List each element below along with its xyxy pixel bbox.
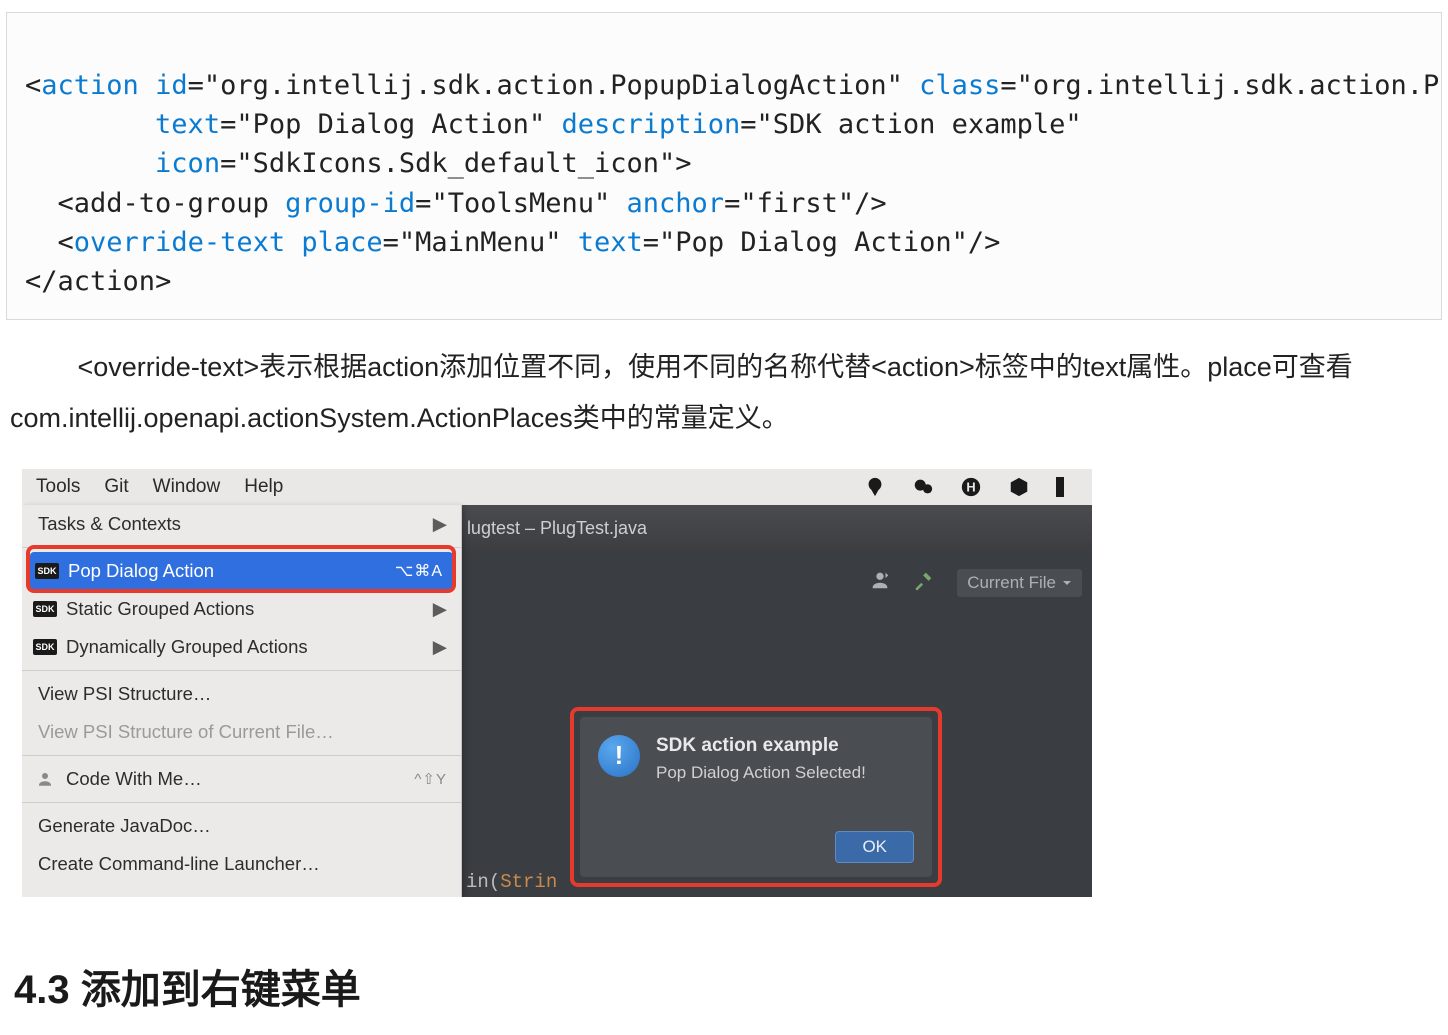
user-icon[interactable]	[869, 569, 891, 596]
annotation-highlight-dialog: ! SDK action example Pop Dialog Action S…	[570, 707, 942, 887]
menu-item-label: Pop Dialog Action	[68, 560, 395, 582]
os-menubar: Tools Git Window Help H	[22, 469, 1092, 505]
sdk-icon: SDK	[32, 637, 58, 657]
build-icon[interactable]	[913, 569, 935, 596]
run-config-selector[interactable]: Current File	[957, 569, 1082, 597]
menu-tasks-contexts[interactable]: Tasks & Contexts ▶	[22, 505, 461, 543]
tools-menu: Tasks & Contexts ▶ SDK Pop Dialog Action…	[22, 505, 462, 897]
menu-separator	[22, 802, 461, 803]
menu-separator	[22, 670, 461, 671]
info-icon: !	[598, 735, 640, 777]
menu-item-label: View PSI Structure of Current File…	[38, 721, 447, 743]
menu-generate-javadoc[interactable]: Generate JavaDoc…	[22, 807, 461, 845]
bar-icon[interactable]	[1056, 476, 1064, 498]
menu-item-label: View PSI Structure…	[38, 683, 447, 705]
wechat-icon[interactable]	[912, 476, 934, 498]
sdk-icon: SDK	[34, 561, 60, 581]
menu-item-label: Generate JavaDoc…	[38, 815, 447, 837]
section-heading-4-3: 4.3 添加到右键菜单	[14, 957, 1448, 1015]
cube-icon[interactable]	[1008, 476, 1030, 498]
ide-screenshot: Tools Git Window Help H lugtest – PlugTe…	[22, 469, 1092, 897]
menubar-tools[interactable]: Tools	[36, 476, 80, 498]
sdk-icon: SDK	[32, 599, 58, 619]
svg-text:H: H	[966, 479, 975, 494]
titlebar-text: lugtest – PlugTest.java	[467, 518, 647, 539]
menu-pop-dialog-action[interactable]: SDK Pop Dialog Action ⌥⌘A	[30, 552, 453, 590]
editor-code-sliver: in(Strin	[462, 867, 557, 897]
menu-shortcut: ⌥⌘A	[395, 561, 443, 581]
menu-separator	[22, 755, 461, 756]
menubar-help[interactable]: Help	[244, 476, 283, 498]
menu-item-label: Dynamically Grouped Actions	[66, 636, 433, 658]
menu-code-with-me[interactable]: Code With Me… ^⇧Y	[22, 760, 461, 798]
menu-item-label: Static Grouped Actions	[66, 598, 433, 620]
menu-view-psi-current: View PSI Structure of Current File…	[22, 713, 461, 751]
menubar-git[interactable]: Git	[104, 476, 128, 498]
menu-dynamic-grouped[interactable]: SDK Dynamically Grouped Actions ▶	[22, 628, 461, 666]
tool-icon-1[interactable]	[864, 476, 886, 498]
run-config-label: Current File	[967, 573, 1056, 593]
dialog-message: Pop Dialog Action Selected!	[656, 763, 866, 783]
explanation-paragraph: <override-text>表示根据action添加位置不同，使用不同的名称代…	[0, 338, 1448, 465]
menu-view-psi[interactable]: View PSI Structure…	[22, 675, 461, 713]
chevron-right-icon: ▶	[433, 513, 447, 535]
menu-item-label: Tasks & Contexts	[38, 513, 433, 535]
notification-dialog: ! SDK action example Pop Dialog Action S…	[580, 717, 932, 877]
menu-create-launcher[interactable]: Create Command-line Launcher…	[22, 845, 461, 883]
chevron-right-icon: ▶	[433, 598, 447, 620]
chevron-down-icon	[1062, 578, 1072, 588]
menu-item-label: Create Command-line Launcher…	[38, 853, 447, 875]
person-icon	[32, 769, 58, 789]
chevron-right-icon: ▶	[433, 636, 447, 658]
menu-static-grouped[interactable]: SDK Static Grouped Actions ▶	[22, 590, 461, 628]
ok-button[interactable]: OK	[835, 831, 914, 863]
ide-toolbar-right: Current File	[869, 561, 1082, 605]
menubar-window[interactable]: Window	[153, 476, 221, 498]
menu-separator	[22, 547, 461, 548]
menu-shortcut: ^⇧Y	[414, 770, 447, 788]
menu-item-label: Code With Me…	[66, 768, 414, 790]
letter-h-icon[interactable]: H	[960, 476, 982, 498]
dialog-title: SDK action example	[656, 735, 866, 757]
xml-code-block: <action id="org.intellij.sdk.action.Popu…	[6, 12, 1442, 320]
